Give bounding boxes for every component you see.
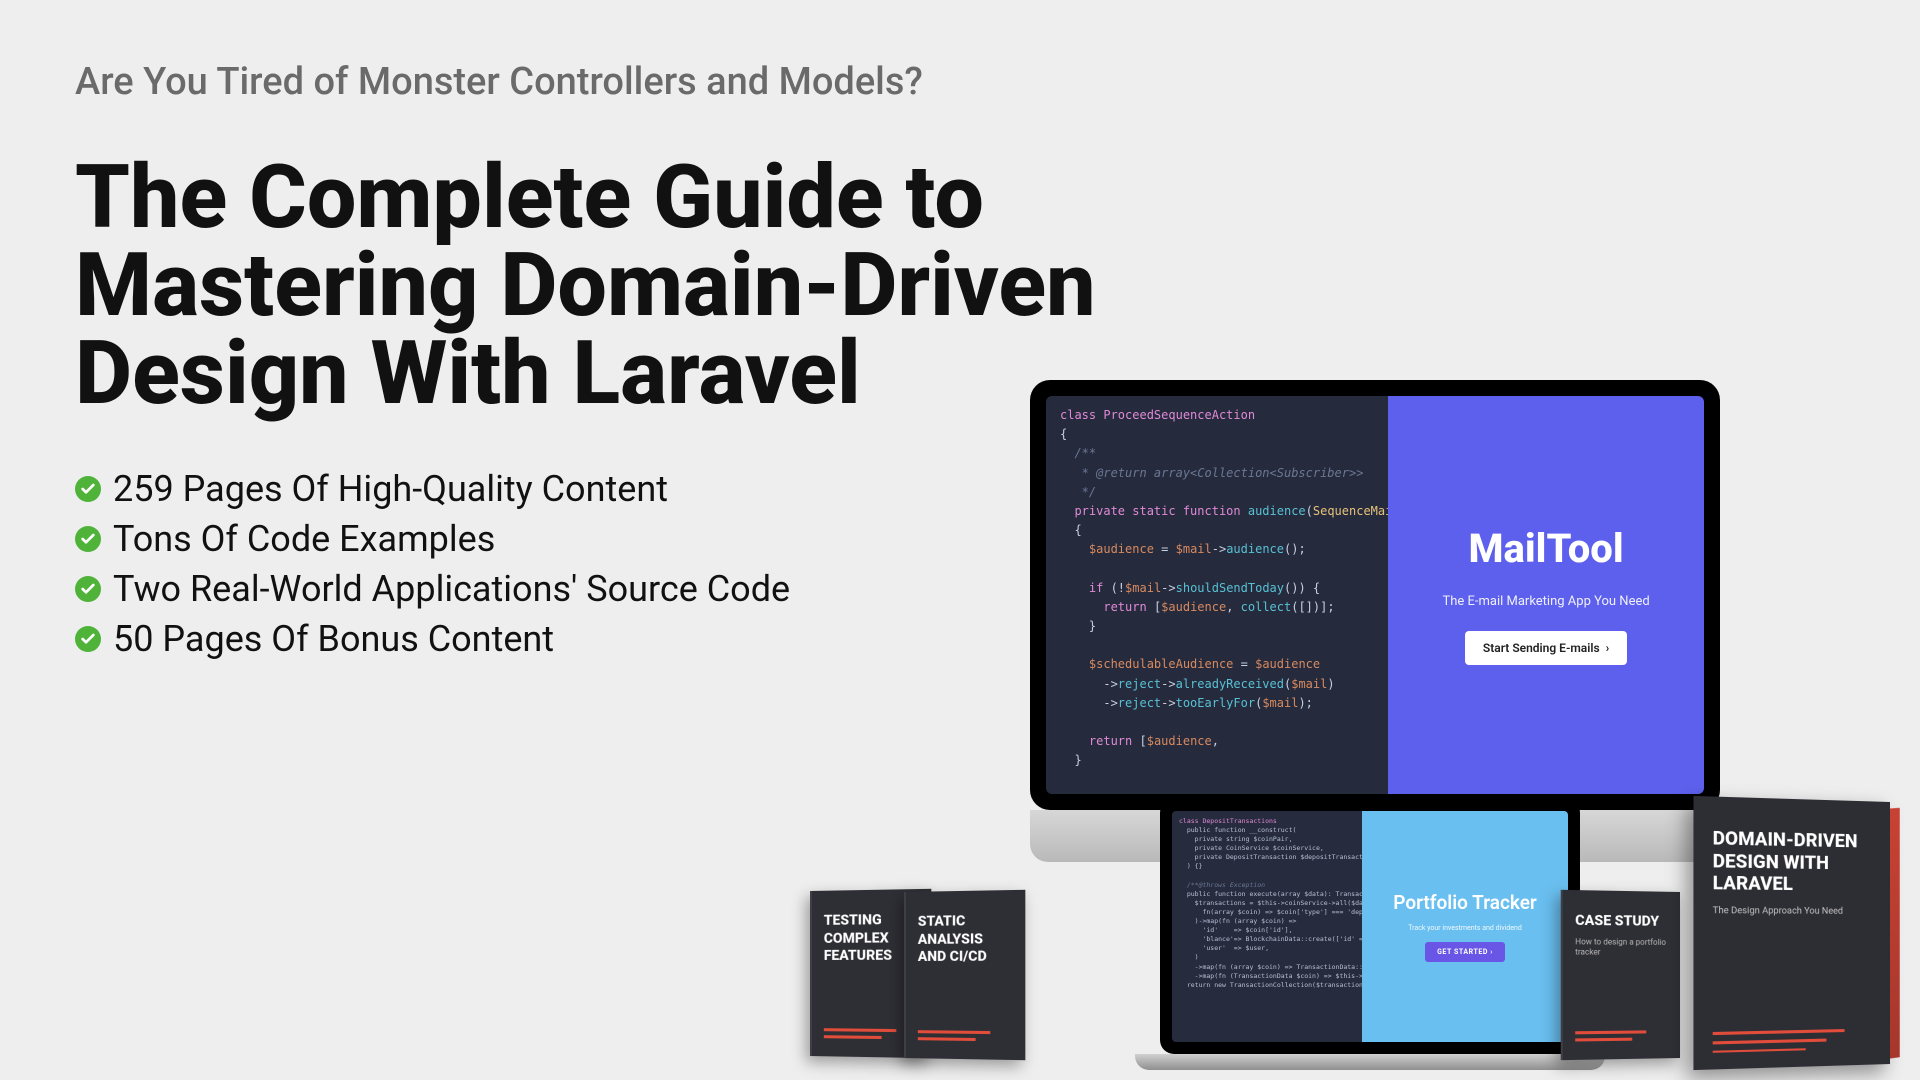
mailtool-logo: MailTool — [1469, 525, 1624, 572]
feature-text: Tons Of Code Examples — [113, 518, 495, 560]
hero-title: The Complete Guide to Mastering Domain-D… — [75, 154, 1125, 418]
book-subtitle: How to design a portfolio tracker — [1575, 937, 1666, 958]
feature-text: 50 Pages Of Bonus Content — [113, 618, 554, 660]
bonus-book-case-study: CASE STUDY How to design a portfolio tra… — [1561, 890, 1680, 1060]
portfolio-cta-button: GET STARTED › — [1425, 942, 1505, 962]
book-title: DOMAIN-DRIVEN DESIGN WITH LARAVEL — [1713, 828, 1873, 897]
book-title: TESTING COMPLEX FEATURES — [824, 912, 917, 966]
feature-text: 259 Pages Of High-Quality Content — [113, 468, 668, 510]
chevron-right-icon: › — [1606, 641, 1610, 655]
code-sample-imac: class ProceedSequenceAction { /** * @ret… — [1046, 396, 1388, 794]
book-subtitle: The Design Approach You Need — [1713, 906, 1873, 917]
book-accent-lines — [1713, 1029, 1845, 1053]
book-accent-lines — [918, 1030, 990, 1045]
macbook-base — [1135, 1054, 1605, 1070]
check-icon — [75, 526, 101, 552]
macbook-mockup: class DepositTransactions public functio… — [1160, 799, 1580, 1070]
code-sample-macbook: class DepositTransactions public functio… — [1172, 811, 1362, 1042]
product-mockup: class ProceedSequenceAction { /** * @ret… — [810, 380, 1890, 1080]
mailtool-app-preview: MailTool The E-mail Marketing App You Ne… — [1388, 396, 1704, 794]
book-accent-lines — [824, 1028, 896, 1043]
check-icon — [75, 576, 101, 602]
mailtool-tagline: The E-mail Marketing App You Need — [1442, 594, 1649, 609]
check-icon — [75, 476, 101, 502]
portfolio-logo: Portfolio Tracker — [1393, 891, 1536, 914]
book-accent-lines — [1575, 1030, 1646, 1045]
mailtool-cta-button: Start Sending E-mails › — [1465, 631, 1627, 665]
hero-subtitle: Are You Tired of Monster Controllers and… — [75, 60, 1845, 104]
main-book: DOMAIN-DRIVEN DESIGN WITH LARAVEL The De… — [1693, 796, 1890, 1070]
book-title: CASE STUDY — [1575, 913, 1666, 932]
portfolio-tagline: Track your investments and dividend — [1408, 924, 1522, 932]
book-title: STATIC ANALYSIS AND CI/CD — [918, 913, 1011, 967]
macbook-screen: class DepositTransactions public functio… — [1160, 799, 1580, 1054]
bonus-book-static-analysis: STATIC ANALYSIS AND CI/CD — [904, 890, 1025, 1060]
imac-screen: class ProceedSequenceAction { /** * @ret… — [1030, 380, 1720, 810]
portfolio-app-preview: Portfolio Tracker Track your investments… — [1362, 811, 1568, 1042]
feature-text: Two Real-World Applications' Source Code — [113, 568, 790, 610]
check-icon — [75, 626, 101, 652]
